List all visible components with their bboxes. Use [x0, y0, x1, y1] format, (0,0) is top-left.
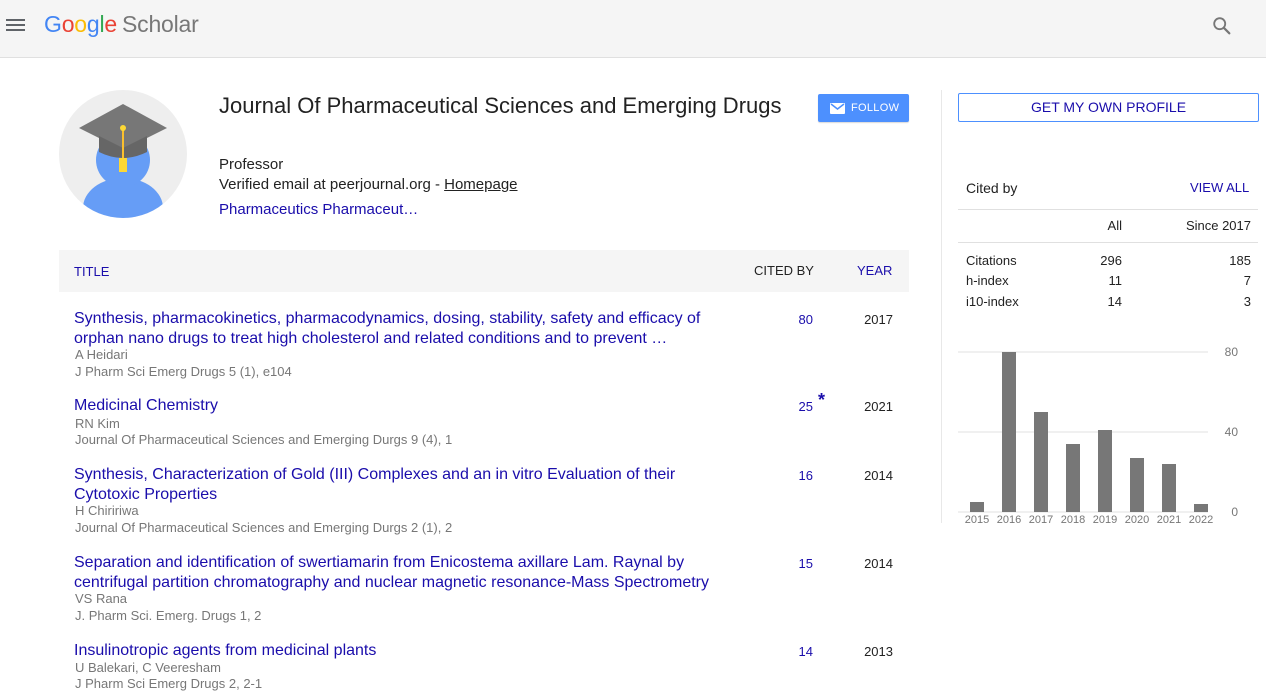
article-venue: J. Pharm Sci. Emerg. Drugs 1, 2 [75, 608, 262, 623]
cited-by-count-link[interactable]: 14 [759, 644, 813, 659]
x-tick-label: 2022 [1189, 514, 1213, 526]
envelope-icon [830, 103, 845, 114]
homepage-link[interactable]: Homepage [444, 176, 517, 193]
article-authors: RN Kim [75, 416, 120, 431]
stat-all-value: 14 [1107, 294, 1122, 309]
profile-name: Journal Of Pharmaceutical Sciences and E… [219, 93, 782, 118]
sidebar-divider [941, 90, 942, 523]
bar-2020[interactable] [1130, 458, 1144, 512]
bar-2016[interactable] [1002, 352, 1016, 512]
merged-citation-marker: * [818, 390, 826, 410]
citations-per-year-chart: 80 40 0 2015 2016 2017 2018 2019 2020 2021 2022 [958, 345, 1239, 526]
article-title-link[interactable]: Synthesis, pharmacokinetics, pharmacodyn… [74, 309, 724, 349]
stat-row-h-index: h-index 11 7 [966, 273, 1256, 293]
article-year: 2014 [864, 468, 893, 483]
x-tick-label: 2017 [1029, 514, 1053, 526]
article-authors: U Balekari, C Veeresham [75, 660, 221, 675]
cited-by-count-link[interactable]: 25 [759, 399, 813, 414]
article-authors: H Chiririwa [75, 503, 139, 518]
sort-by-cited-header[interactable]: CITED BY [754, 263, 814, 278]
sort-by-year-header[interactable]: YEAR [857, 263, 892, 278]
stat-label[interactable]: h-index [966, 273, 1009, 288]
divider [958, 242, 1258, 243]
cited-by-count-link[interactable]: 16 [759, 468, 813, 483]
stat-since-value: 7 [1243, 273, 1251, 288]
article-authors: A Heidari [75, 347, 128, 362]
cited-by-count-link[interactable]: 80 [759, 312, 813, 327]
research-interests-link[interactable]: Pharmaceutics Pharmaceut… [219, 201, 418, 218]
profile-affiliation: Professor [219, 156, 284, 173]
x-tick-label: 2019 [1093, 514, 1117, 526]
verified-email-text: Verified email at peerjournal.org - [219, 176, 445, 193]
x-tick-label: 2020 [1125, 514, 1149, 526]
y-tick-label: 40 [1225, 425, 1239, 439]
stat-since-value: 185 [1229, 253, 1251, 268]
profile-email: Verified email at peerjournal.org - Home… [219, 176, 518, 193]
column-since-header: Since 2017 [1185, 218, 1251, 233]
sort-by-title-header[interactable]: TITLE [74, 264, 109, 279]
bar-2022[interactable] [1194, 504, 1208, 512]
y-tick-label: 0 [1231, 505, 1238, 519]
x-tick-label: 2018 [1061, 514, 1085, 526]
x-tick-label: 2021 [1157, 514, 1181, 526]
article-venue: J Pharm Sci Emerg Drugs 5 (1), e104 [75, 364, 292, 379]
article-venue: J Pharm Sci Emerg Drugs 2, 2-1 [75, 676, 263, 691]
divider [958, 209, 1258, 210]
follow-button[interactable]: FOLLOW [818, 94, 909, 122]
article-year: 2021 [864, 399, 893, 414]
column-all-header: All [1107, 218, 1122, 233]
x-tick-label: 2015 [965, 514, 989, 526]
bar-2018[interactable] [1066, 444, 1080, 512]
google-scholar-logo[interactable]: Google Scholar [44, 11, 199, 38]
stat-label[interactable]: i10-index [966, 294, 1019, 309]
articles-table-header: TITLE CITED BY YEAR [59, 250, 909, 292]
bar-2017[interactable] [1034, 412, 1048, 512]
article-venue: Journal Of Pharmaceutical Sciences and E… [75, 520, 453, 535]
stat-all-value: 296 [1100, 253, 1122, 268]
article-year: 2013 [864, 644, 893, 659]
x-tick-label: 2016 [997, 514, 1021, 526]
search-icon[interactable] [1211, 15, 1233, 37]
stat-label[interactable]: Citations [966, 253, 1017, 268]
hamburger-menu-icon[interactable] [6, 15, 26, 35]
article-title-link[interactable]: Synthesis, Characterization of Gold (III… [74, 465, 724, 505]
follow-label: FOLLOW [851, 102, 900, 114]
view-all-link[interactable]: VIEW ALL [1190, 180, 1249, 195]
y-tick-label: 80 [1225, 345, 1239, 359]
profile-avatar [59, 90, 187, 218]
article-title-link[interactable]: Insulinotropic agents from medicinal pla… [74, 641, 724, 661]
article-year: 2014 [864, 556, 893, 571]
stat-all-value: 11 [1108, 273, 1123, 288]
article-title-link[interactable]: Separation and identification of swertia… [74, 553, 734, 593]
bar-2015[interactable] [970, 502, 984, 512]
stat-row-citations: Citations 296 185 [966, 253, 1256, 273]
article-title-link[interactable]: Medicinal Chemistry [74, 396, 724, 416]
stat-since-value: 3 [1243, 294, 1251, 309]
bar-2021[interactable] [1162, 464, 1176, 512]
stat-row-i10-index: i10-index 14 3 [966, 294, 1256, 314]
bar-2019[interactable] [1098, 430, 1112, 512]
article-venue: Journal Of Pharmaceutical Sciences and E… [75, 432, 453, 447]
top-app-bar: Google Scholar [0, 0, 1266, 58]
article-year: 2017 [864, 312, 893, 327]
cited-by-heading: Cited by [966, 180, 1018, 196]
article-authors: VS Rana [75, 591, 128, 606]
cited-by-count-link[interactable]: 15 [759, 556, 813, 571]
get-my-own-profile-button[interactable]: GET MY OWN PROFILE [958, 93, 1259, 122]
